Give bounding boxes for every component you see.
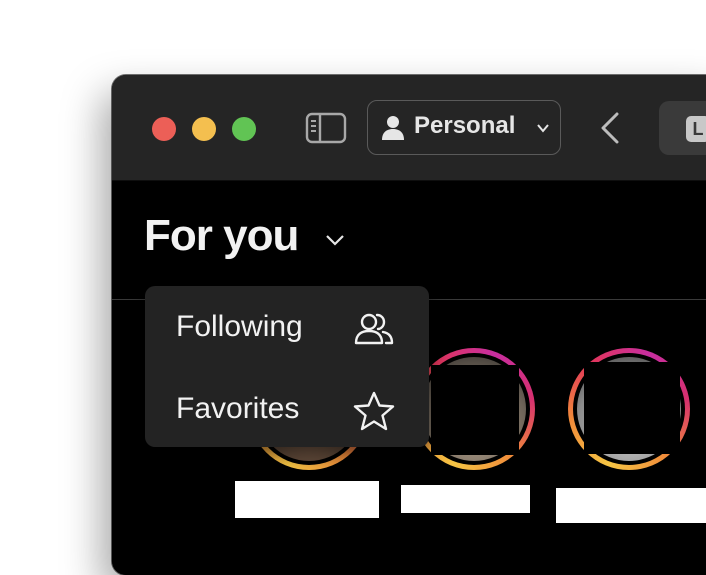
back-arrow-icon[interactable] <box>597 110 623 146</box>
sidebar-toggle-icon[interactable] <box>305 111 349 145</box>
redacted-photo <box>584 362 680 454</box>
close-window-button[interactable] <box>152 117 176 141</box>
menu-item-favorites[interactable]: Favorites <box>145 372 429 450</box>
tab-button[interactable]: L <box>659 101 706 155</box>
profile-label: Personal <box>414 112 516 139</box>
star-icon <box>353 391 395 431</box>
menu-item-label: Favorites <box>176 392 300 425</box>
feed-filter-menu: Following Favorites <box>145 286 429 447</box>
redacted-username <box>401 485 530 513</box>
redacted-photo <box>431 365 519 455</box>
person-icon <box>382 116 404 140</box>
menu-item-following[interactable]: Following <box>145 290 429 368</box>
feed-title[interactable]: For you <box>144 211 299 261</box>
minimize-window-button[interactable] <box>192 117 216 141</box>
chevron-down-icon[interactable] <box>325 233 345 247</box>
redacted-username <box>235 481 379 518</box>
people-icon <box>354 313 394 345</box>
title-bar: Personal L <box>112 75 706 181</box>
redacted-username <box>556 488 706 523</box>
zoom-window-button[interactable] <box>232 117 256 141</box>
story-avatar[interactable] <box>568 348 690 470</box>
story-avatar[interactable] <box>413 348 535 470</box>
profile-switcher-button[interactable]: Personal <box>367 100 561 155</box>
chevron-down-icon <box>537 124 549 133</box>
menu-item-label: Following <box>176 310 303 343</box>
tab-badge: L <box>686 116 706 142</box>
